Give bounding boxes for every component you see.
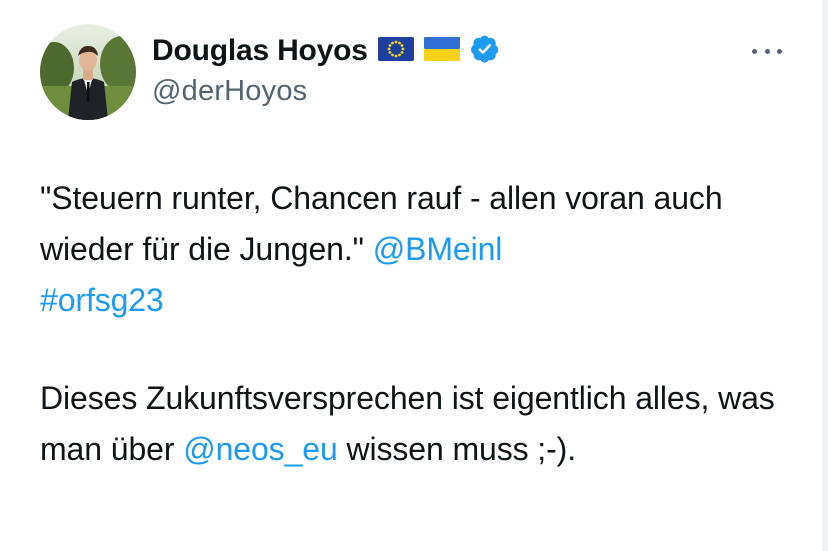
body-text-b: wissen muss ;-).: [346, 431, 576, 467]
name-row: Douglas Hoyos: [152, 33, 500, 69]
tweet-paragraph-1: "Steuern runter, Chancen rauf - allen vo…: [40, 173, 810, 326]
hashtag-orfsg23[interactable]: #orfsg23: [40, 282, 164, 318]
display-name[interactable]: Douglas Hoyos: [152, 34, 368, 68]
dot: [777, 48, 782, 54]
more-dots-icon[interactable]: [752, 40, 782, 62]
ukraine-flag-icon: [423, 36, 460, 66]
eu-flag-icon: [377, 36, 414, 66]
scroll-edge: [822, 0, 828, 551]
author-block: Douglas Hoyos @derHoyos: [152, 33, 500, 108]
dot: [752, 48, 757, 54]
tweet-paragraph-2: Dieses Zukunftsversprechen ist eigentlic…: [40, 373, 810, 475]
verified-badge-icon[interactable]: [470, 34, 500, 69]
tweet-card[interactable]: Douglas Hoyos @derHoyos "Steuern runter,…: [0, 0, 822, 551]
dot: [764, 48, 770, 54]
mention-bmeinl[interactable]: @BMeinl: [373, 231, 503, 267]
mention-neos-eu[interactable]: @neos_eu: [183, 431, 338, 467]
avatar[interactable]: [40, 24, 136, 120]
user-handle[interactable]: @derHoyos: [152, 75, 500, 108]
tweet-text: "Steuern runter, Chancen rauf - allen vo…: [40, 173, 810, 475]
